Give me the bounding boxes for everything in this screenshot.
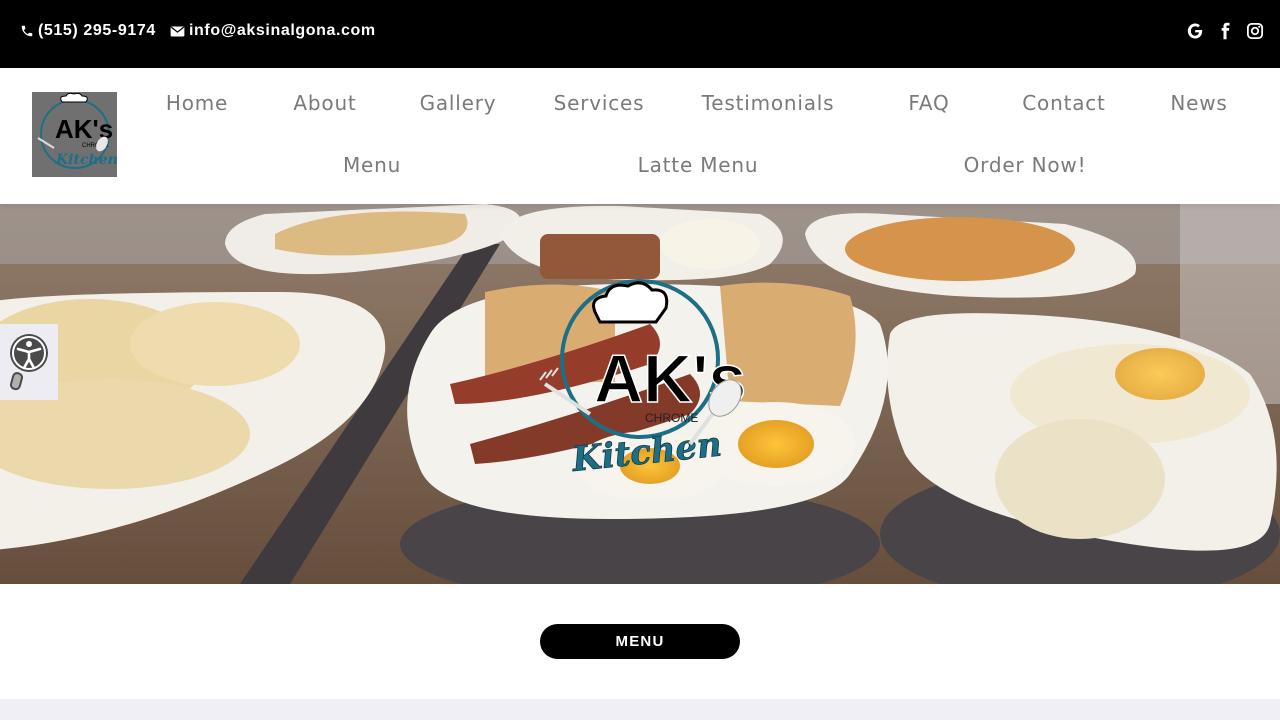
social-links [1186, 20, 1264, 42]
accessibility-button[interactable] [0, 324, 58, 400]
footer-strip [0, 699, 1280, 720]
nav-testimonials[interactable]: Testimonials [702, 91, 835, 115]
phone-link[interactable]: (515) 295-9174 [20, 22, 156, 40]
logo-script-text: Kitchen [55, 152, 117, 168]
nav-faq[interactable]: FAQ [908, 91, 949, 115]
nav-about[interactable]: About [293, 91, 356, 115]
phone-icon [21, 25, 33, 37]
site-header: AK's CHROME Kitchen Home About Gallery S… [0, 68, 1280, 204]
nav-menu[interactable]: Menu [343, 153, 401, 177]
hero-logo-sub-text: CHROME [645, 411, 698, 425]
email-link[interactable]: info@aksinalgona.com [170, 22, 376, 40]
nav-gallery[interactable]: Gallery [420, 91, 497, 115]
nav-news[interactable]: News [1170, 91, 1227, 115]
nav-latte-menu[interactable]: Latte Menu [638, 153, 759, 177]
instagram-icon[interactable] [1246, 20, 1264, 42]
phone-number: (515) 295-9174 [38, 22, 156, 39]
google-icon[interactable] [1186, 20, 1204, 42]
accessibility-icon [9, 334, 48, 391]
menu-cta-section: MENU [0, 584, 1280, 699]
nav-home[interactable]: Home [166, 91, 228, 115]
top-contact-bar: (515) 295-9174 info@aksinalgona.com [0, 0, 1280, 68]
breakfast-photo: AK's CHROME Kitchen [0, 204, 1280, 584]
envelope-icon [170, 26, 185, 36]
nav-order-now[interactable]: Order Now! [964, 153, 1087, 177]
site-logo[interactable]: AK's CHROME Kitchen [32, 92, 117, 177]
menu-button[interactable]: MENU [540, 624, 740, 659]
hero-banner: AK's CHROME Kitchen [0, 204, 1280, 584]
nav-contact[interactable]: Contact [1022, 91, 1105, 115]
facebook-icon[interactable] [1216, 20, 1234, 42]
email-address: info@aksinalgona.com [189, 22, 376, 39]
nav-services[interactable]: Services [554, 91, 645, 115]
